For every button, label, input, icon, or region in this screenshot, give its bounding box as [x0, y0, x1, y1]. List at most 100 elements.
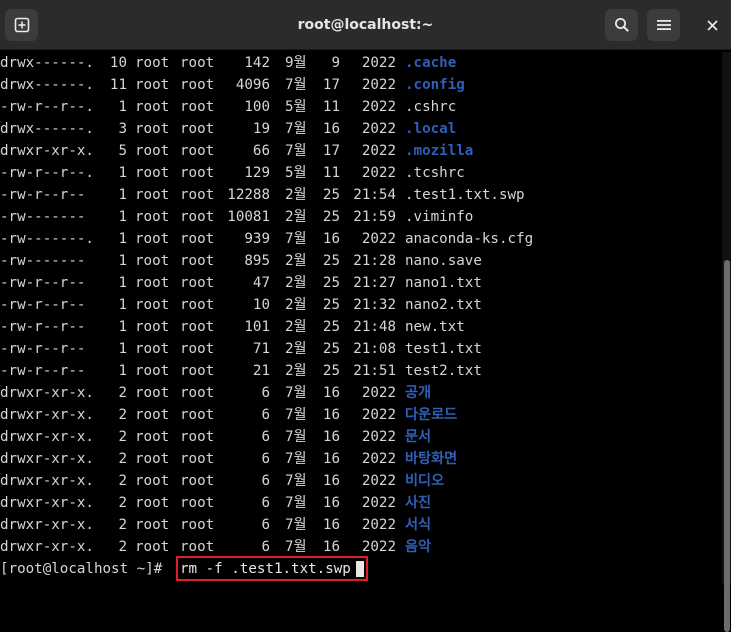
search-button[interactable] [605, 9, 638, 41]
listing-day: 16 [322, 473, 340, 489]
listing-row: drwx------. 10 root root 142 9월 9 2022 .cache [0, 52, 722, 74]
listing-name: 음악 [405, 539, 432, 555]
listing-name: .config [405, 77, 465, 93]
listing-name: .cshrc [405, 99, 457, 115]
listing-links: 1 [118, 209, 127, 225]
listing-perms: -rw-r--r-- [0, 297, 86, 313]
listing-day: 25 [322, 253, 340, 269]
listing-time: 21:54 [353, 187, 396, 203]
listing-links: 1 [118, 319, 127, 335]
listing-day: 25 [322, 275, 340, 291]
listing-owner: root [135, 143, 170, 159]
listing-day: 16 [322, 231, 340, 247]
listing-perms: drwxr-xr-x. [0, 407, 94, 423]
title-bar: root@localhost:~ [0, 0, 731, 50]
listing-name: .local [405, 121, 457, 137]
scrollbar[interactable] [722, 52, 731, 632]
listing-month: 7월 [285, 495, 307, 511]
listing-perms: drwxr-xr-x. [0, 517, 94, 533]
listing-time: 21:27 [353, 275, 396, 291]
listing-size: 12288 [227, 187, 270, 203]
listing-name: 다운로드 [405, 407, 458, 423]
terminal-output[interactable]: drwx------. 10 root root 142 9월 9 2022 .cache drw… [0, 52, 722, 585]
listing-time: 2022 [361, 429, 396, 445]
listing-day: 16 [322, 539, 340, 555]
listing-links: 5 [118, 143, 127, 159]
scrollbar-thumb[interactable] [724, 260, 730, 632]
listing-group: root [180, 495, 215, 511]
listing-row: drwxr-xr-x. 2 root root 6 7월 16 2022 비디오 [0, 470, 722, 492]
listing-size: 6 [261, 429, 270, 445]
listing-size: 6 [261, 451, 270, 467]
listing-links: 1 [118, 297, 127, 313]
listing-name: 공개 [405, 385, 432, 401]
listing-group: root [180, 165, 215, 181]
listing-owner: root [135, 121, 170, 137]
listing-time: 2022 [361, 99, 396, 115]
listing-row: -rw-r--r-- 1 root root 10 2월 25 21:32 nano2.txt [0, 294, 722, 316]
listing-size: 939 [244, 231, 270, 247]
listing-row: drwxr-xr-x. 2 root root 6 7월 16 2022 바탕화면 [0, 448, 722, 470]
listing-size: 6 [261, 385, 270, 401]
listing-name: nano2.txt [405, 297, 482, 313]
listing-time: 2022 [361, 539, 396, 555]
listing-links: 10 [109, 55, 127, 71]
listing-links: 1 [118, 341, 127, 357]
listing-perms: -rw-r--r-- [0, 319, 86, 335]
listing-size: 895 [244, 253, 270, 269]
listing-day: 25 [322, 341, 340, 357]
listing-row: drwxr-xr-x. 2 root root 6 7월 16 2022 다운로드 [0, 404, 722, 426]
listing-row: -rw------- 1 root root 895 2월 25 21:28 nano.save [0, 250, 722, 272]
listing-group: root [180, 517, 215, 533]
listing-owner: root [135, 253, 170, 269]
listing-month: 7월 [285, 539, 307, 555]
listing-row: -rw-------. 1 root root 939 7월 16 2022 anaconda-… [0, 228, 722, 250]
listing-size: 19 [252, 121, 270, 137]
listing-size: 10081 [227, 209, 270, 225]
listing-links: 3 [118, 121, 127, 137]
listing-name: .tcshrc [405, 165, 465, 181]
listing-month: 2월 [285, 363, 307, 379]
listing-month: 5월 [285, 99, 307, 115]
listing-group: root [180, 121, 215, 137]
menu-button[interactable] [647, 9, 680, 41]
listing-perms: drwxr-xr-x. [0, 451, 94, 467]
listing-month: 7월 [285, 451, 307, 467]
listing-perms: drwx------. [0, 77, 94, 93]
listing-perms: drwxr-xr-x. [0, 143, 94, 159]
listing-row: drwxr-xr-x. 2 root root 6 7월 16 2022 공개 [0, 382, 722, 404]
listing-perms: -rw-r--r-- [0, 341, 86, 357]
listing-links: 1 [118, 99, 127, 115]
command-input[interactable]: rm -f .test1.txt.swp [180, 558, 351, 580]
close-button[interactable] [696, 9, 729, 41]
listing-day: 16 [322, 385, 340, 401]
listing-group: root [180, 407, 215, 423]
listing-size: 4096 [235, 77, 270, 93]
listing-day: 25 [322, 187, 340, 203]
listing-name: nano.save [405, 253, 482, 269]
listing-row: drwxr-xr-x. 2 root root 6 7월 16 2022 문서 [0, 426, 722, 448]
search-icon [614, 18, 629, 32]
listing-size: 66 [252, 143, 270, 159]
listing-perms: drwxr-xr-x. [0, 473, 94, 489]
listing-group: root [180, 473, 215, 489]
listing-links: 2 [118, 429, 127, 445]
listing-size: 6 [261, 539, 270, 555]
listing-group: root [180, 99, 215, 115]
text-cursor [356, 561, 364, 577]
listing-owner: root [135, 363, 170, 379]
listing-day: 16 [322, 517, 340, 533]
listing-time: 2022 [361, 143, 396, 159]
listing-owner: root [135, 495, 170, 511]
listing-perms: drwx------. [0, 121, 94, 137]
listing-size: 71 [252, 341, 270, 357]
listing-name: test1.txt [405, 341, 482, 357]
listing-day: 16 [322, 495, 340, 511]
listing-month: 7월 [285, 231, 307, 247]
listing-row: -rw-r--r-- 1 root root 21 2월 25 21:51 test2.txt [0, 360, 722, 382]
listing-links: 2 [118, 451, 127, 467]
listing-links: 2 [118, 385, 127, 401]
listing-size: 10 [252, 297, 270, 313]
listing-perms: drwx------. [0, 55, 94, 71]
listing-time: 21:51 [353, 363, 396, 379]
